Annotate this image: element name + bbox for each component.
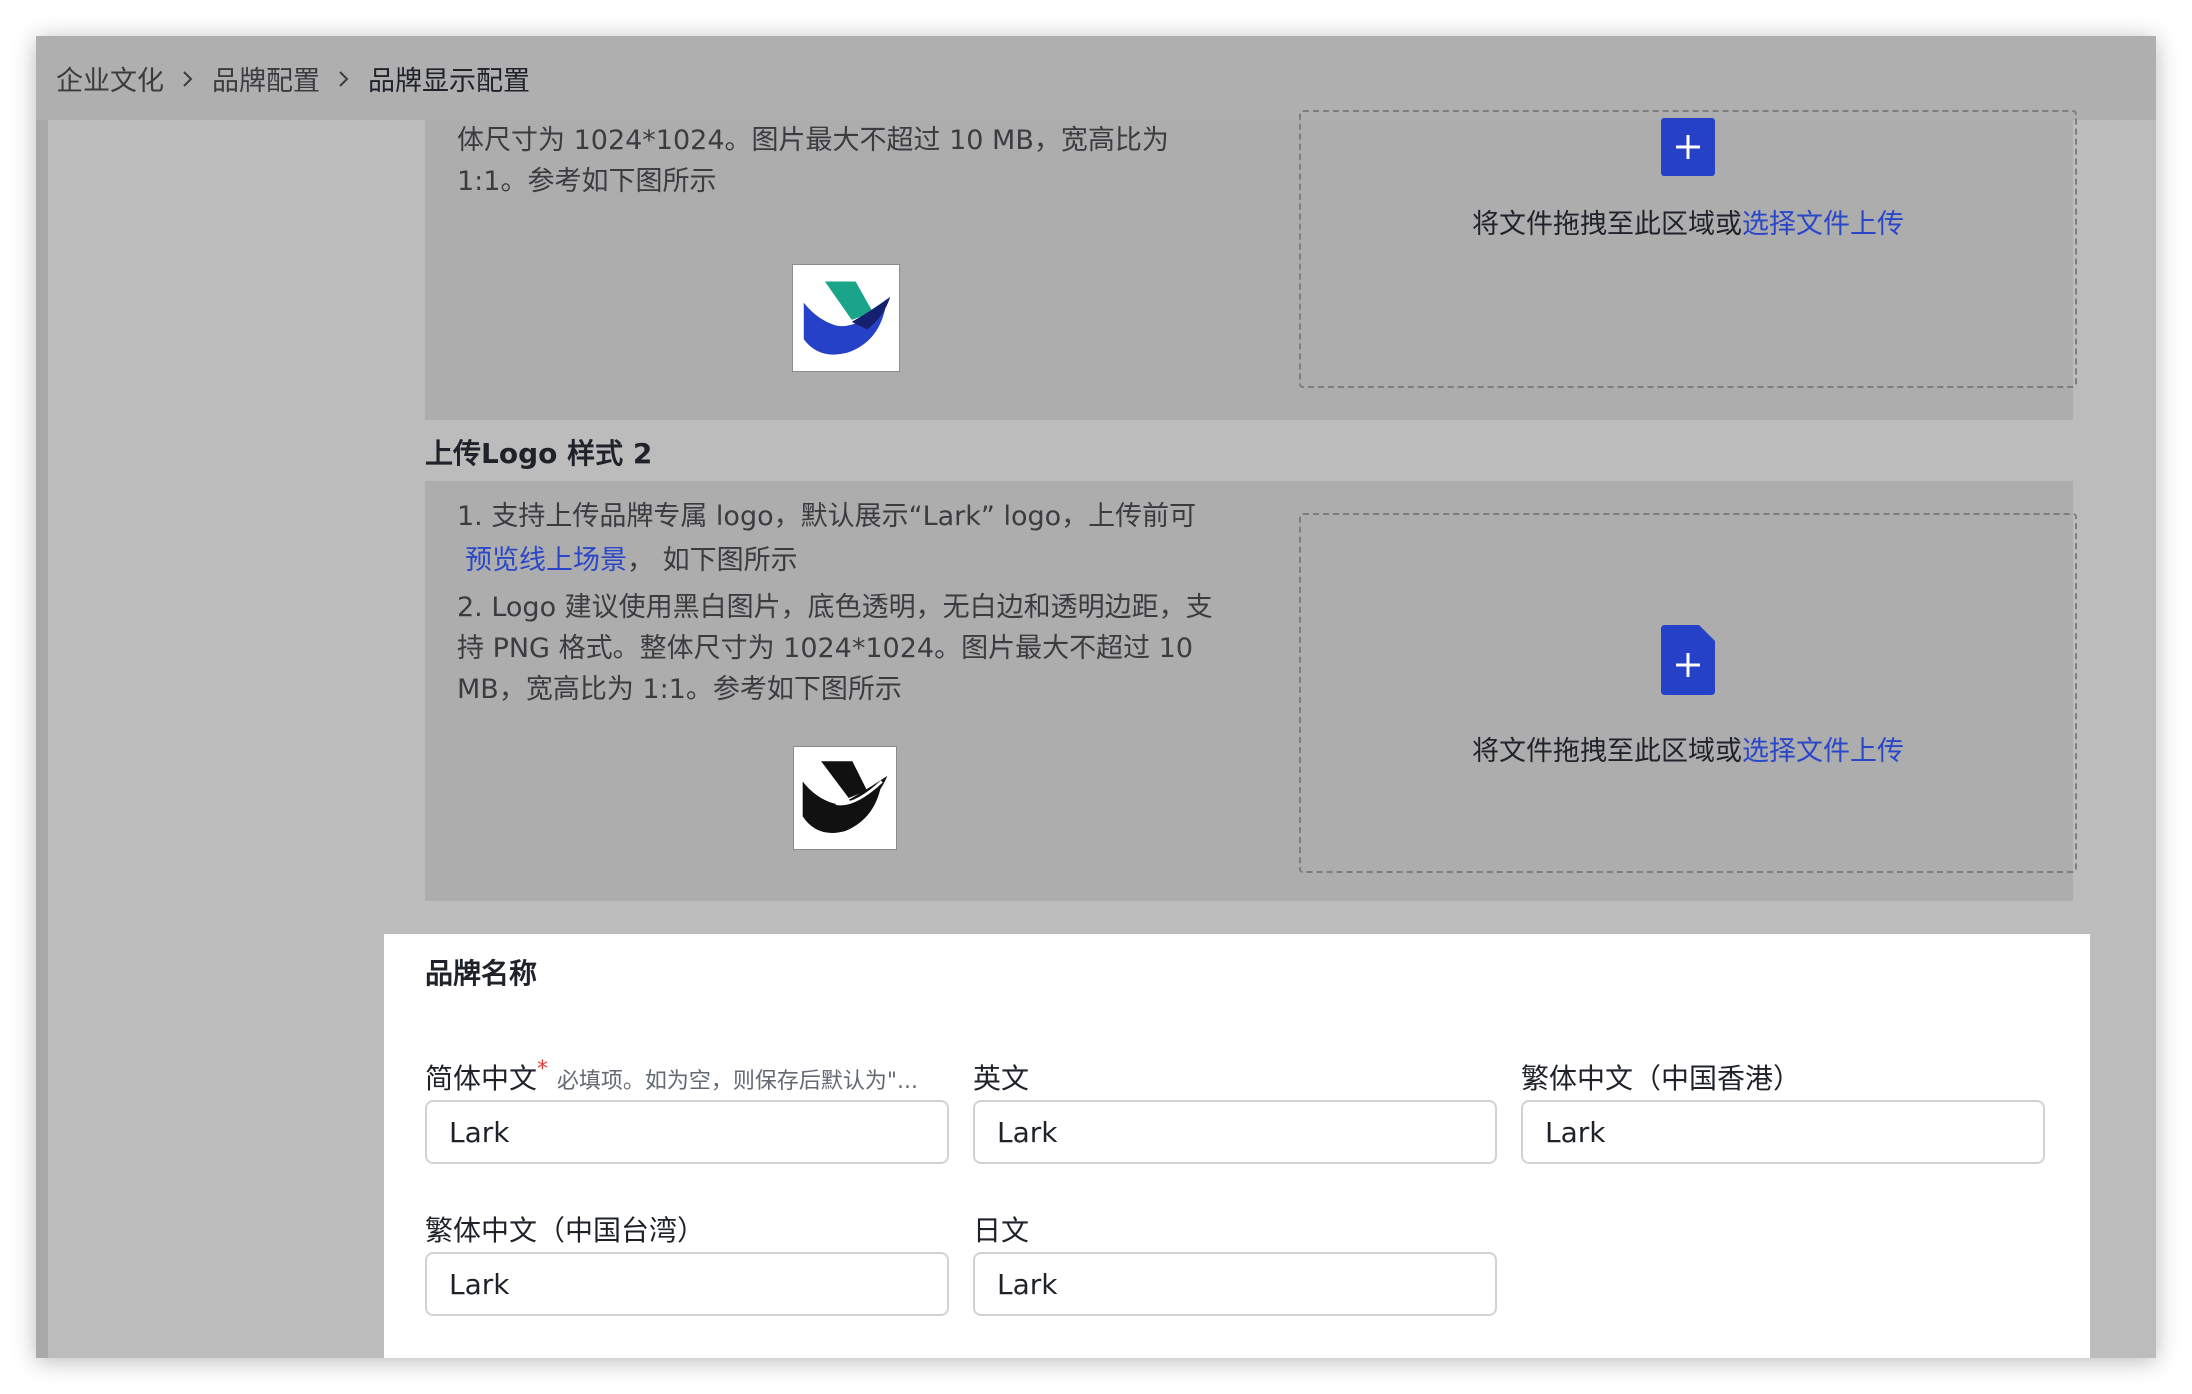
field-label-en: 英文 (973, 1062, 1030, 1095)
preview-online-link[interactable]: 预览线上场景 (457, 545, 627, 576)
logo-style-2-desc-2: 2. Logo 建议使用黑白图片，底色透明，无白边和透明边距，支 持 PNG 格… (457, 587, 1247, 710)
desc-line: 体尺寸为 1024*1024。图片最大不超过 10 MB，宽高比为 (457, 125, 1169, 156)
breadcrumb-item-current: 品牌显示配置 (368, 65, 530, 97)
add-file-icon (1661, 118, 1715, 180)
lark-logo-mono-icon (802, 761, 888, 833)
app-window: 企业文化 品牌配置 品牌显示配置 体尺寸为 1024*1024。图片最大不超过 … (36, 36, 2156, 1358)
logo-style-1-panel: 体尺寸为 1024*1024。图片最大不超过 10 MB，宽高比为 1:1。参考… (425, 110, 2077, 420)
required-mark: * (537, 1057, 549, 1082)
logo-style-2-desc-1: 1. 支持上传品牌专属 logo，默认展示“Lark” logo，上传前可 预览… (457, 495, 1247, 583)
brand-name-card: 品牌名称 简体中文* 必填项。如为空，则保存后默认为"... Lark 英文 L… (384, 934, 2090, 1358)
desc-line: MB，宽高比为 1:1。参考如下图所示 (457, 674, 902, 705)
upload-dropzone-2[interactable]: 将文件拖拽至此区域或选择文件上传 (1299, 513, 2077, 873)
upload-hint: 将文件拖拽至此区域或选择文件上传 (1472, 209, 1904, 240)
zh-tw-name-input[interactable]: Lark (425, 1252, 949, 1316)
desc-line: 1. 支持上传品牌专属 logo，默认展示“Lark” logo，上传前可 (457, 501, 1197, 532)
logo-style-2-panel: 1. 支持上传品牌专属 logo，默认展示“Lark” logo，上传前可 预览… (425, 481, 2077, 901)
chevron-right-icon (164, 63, 212, 94)
upload-dropzone-1[interactable]: 将文件拖拽至此区域或选择文件上传 (1299, 110, 2077, 388)
ja-name-input[interactable]: Lark (973, 1252, 1497, 1316)
brand-name-title: 品牌名称 (425, 957, 538, 990)
sample-logo-color (792, 264, 900, 372)
upload-hint: 将文件拖拽至此区域或选择文件上传 (1472, 736, 1904, 767)
en-name-input[interactable]: Lark (973, 1100, 1497, 1164)
zh-cn-name-input[interactable]: Lark (425, 1100, 949, 1164)
field-label-zh-cn: 简体中文* 必填项。如为空，则保存后默认为"... (425, 1057, 919, 1095)
field-label-zh-tw: 繁体中文（中国台湾） (425, 1214, 706, 1247)
select-file-link[interactable]: 选择文件上传 (1742, 209, 1904, 240)
field-hint: 必填项。如为空，则保存后默认为"... (556, 1069, 919, 1094)
field-label-zh-hk: 繁体中文（中国香港） (1521, 1062, 1802, 1095)
desc-line: 2. Logo 建议使用黑白图片，底色透明，无白边和透明边距，支 (457, 592, 1213, 623)
sidebar-edge (36, 120, 48, 1358)
add-file-icon (1661, 625, 1715, 699)
select-file-link[interactable]: 选择文件上传 (1742, 736, 1904, 767)
breadcrumb-item-brand[interactable]: 品牌配置 (212, 59, 320, 98)
sample-logo-mono (793, 746, 897, 850)
logo-style-2-title: 上传Logo 样式 2 (425, 437, 653, 470)
desc-line: 持 PNG 格式。整体尺寸为 1024*1024。图片最大不超过 10 (457, 633, 1194, 664)
lark-logo-color-icon (803, 281, 891, 355)
desc-line: 1:1。参考如下图所示 (457, 166, 717, 197)
breadcrumb-item-culture[interactable]: 企业文化 (56, 59, 164, 98)
zh-hk-name-input[interactable]: Lark (1521, 1100, 2045, 1164)
field-label-ja: 日文 (973, 1214, 1030, 1247)
chevron-right-icon (320, 63, 368, 94)
breadcrumb: 企业文化 品牌配置 品牌显示配置 (36, 36, 2156, 120)
logo-style-1-desc: 体尺寸为 1024*1024。图片最大不超过 10 MB，宽高比为 1:1。参考… (457, 120, 1237, 202)
desc-line: 预览线上场景， 如下图所示 (457, 539, 1247, 583)
